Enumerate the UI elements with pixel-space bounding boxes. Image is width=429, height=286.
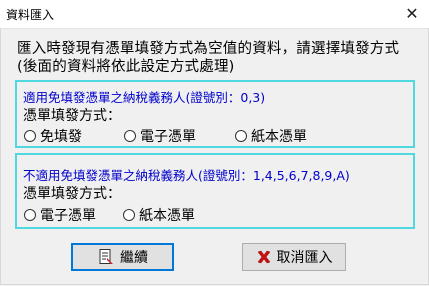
continue-label: 繼續 [120,250,148,266]
window-title: 資料匯入 [6,8,55,22]
cancel-label: 取消匯入 [276,250,333,266]
title-bar: 資料匯入 ✕ [0,0,429,29]
exempt-group: 適用免填發憑單之納稅義務人(證號別：0,3) 憑單填發方式： 免填發 電子憑單 … [15,80,415,148]
non-exempt-group: 不適用免填發憑單之納稅義務人(證號別：1,4,5,6,7,8,9,A) 憑單填發… [15,153,415,229]
close-icon[interactable]: ✕ [395,0,429,28]
radio-electronic-2[interactable]: 電子憑單 [24,205,96,225]
radio-circle-icon [24,209,36,221]
continue-button[interactable]: 繼續 [71,243,174,271]
radio-paper[interactable]: 紙本憑單 [235,126,307,146]
radio-label: 紙本憑單 [139,208,195,224]
radio-label: 電子憑單 [40,208,96,224]
exempt-group-label: 憑單填發方式： [23,108,121,124]
radio-circle-icon [235,130,247,142]
intro-text: 匯入時發現有憑單填發方式為空值的資料，請選擇填發方式(後面的資料將依此設定方式處… [17,41,400,75]
red-x-icon [256,249,272,265]
document-icon [97,248,115,266]
radio-paper-2[interactable]: 紙本憑單 [123,205,195,225]
radio-circle-icon [124,130,136,142]
radio-exempt[interactable]: 免填發 [24,126,82,146]
radio-electronic[interactable]: 電子憑單 [124,126,196,146]
radio-label: 紙本憑單 [251,129,307,145]
non-exempt-group-label: 憑單填發方式： [23,186,121,202]
radio-circle-icon [123,209,135,221]
cancel-import-button[interactable]: 取消匯入 [242,243,346,271]
radio-label: 電子憑單 [140,129,196,145]
radio-circle-icon [24,130,36,142]
exempt-group-title: 適用免填發憑單之納稅義務人(證號別：0,3) [23,90,266,105]
radio-label: 免填發 [40,129,82,145]
non-exempt-group-title: 不適用免填發憑單之納稅義務人(證號別：1,4,5,6,7,8,9,A) [23,168,350,183]
